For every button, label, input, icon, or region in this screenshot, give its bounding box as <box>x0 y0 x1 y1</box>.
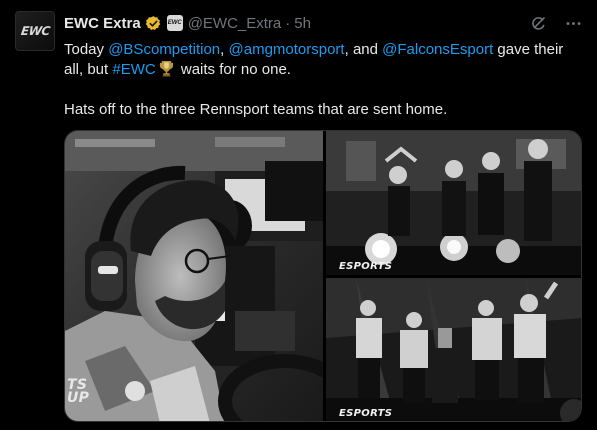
author-handle[interactable]: @EWC_Extra <box>188 15 282 32</box>
text-segment: waits for no one. <box>176 61 291 78</box>
timestamp[interactable]: 5h <box>294 15 311 32</box>
author-name[interactable]: EWC Extra <box>64 15 141 32</box>
separator: · <box>285 14 291 32</box>
trophy-icon <box>159 61 173 77</box>
watermark-bottom: ESPORTS <box>339 408 393 419</box>
affiliate-logo: EWC <box>167 20 182 26</box>
tweet-line-2: Hats off to the three Rennsport teams th… <box>64 101 448 118</box>
mention-bscompetition[interactable]: @BScompetition <box>108 41 220 58</box>
photo-stage-team-2[interactable]: ESPORTS <box>326 278 581 421</box>
side-logo-text: TS UP <box>67 378 90 406</box>
avatar[interactable]: EWC <box>15 11 55 51</box>
photo-driver[interactable]: TS UP <box>65 131 323 421</box>
verified-badge-icon <box>145 15 160 30</box>
watermark-top: ESPORTS <box>339 261 393 272</box>
more-icon[interactable] <box>564 14 583 33</box>
side-logo-line-2: UP <box>67 390 90 406</box>
text-segment: , <box>220 41 229 58</box>
photo-driver-image <box>65 131 323 421</box>
tweet-line-1: Today @BScompetition, @amgmotorsport, an… <box>64 40 584 80</box>
tweet-header: EWC Extra EWC @EWC_Extra · 5h <box>64 12 583 34</box>
photo-stage-team-1[interactable]: ESPORTS <box>326 131 581 275</box>
photo-stage-team-1-image <box>326 131 581 275</box>
mention-amgmotorsport[interactable]: @amgmotorsport <box>229 41 345 58</box>
mention-falconsesport[interactable]: @FalconsEsport <box>382 41 493 58</box>
hashtag-ewc[interactable]: #EWC <box>112 61 155 78</box>
avatar-logo: EWC <box>19 24 51 38</box>
photo-stage-team-2-image <box>326 278 581 421</box>
text-segment: Today <box>64 41 109 58</box>
grok-icon[interactable] <box>529 14 548 33</box>
affiliate-badge-icon[interactable]: EWC <box>166 15 183 31</box>
tweet-text: Today @BScompetition, @amgmotorsport, an… <box>64 40 584 120</box>
text-segment: , and <box>344 41 383 58</box>
media-grid: TS UP ESPORTS ESPORTS <box>64 130 582 422</box>
